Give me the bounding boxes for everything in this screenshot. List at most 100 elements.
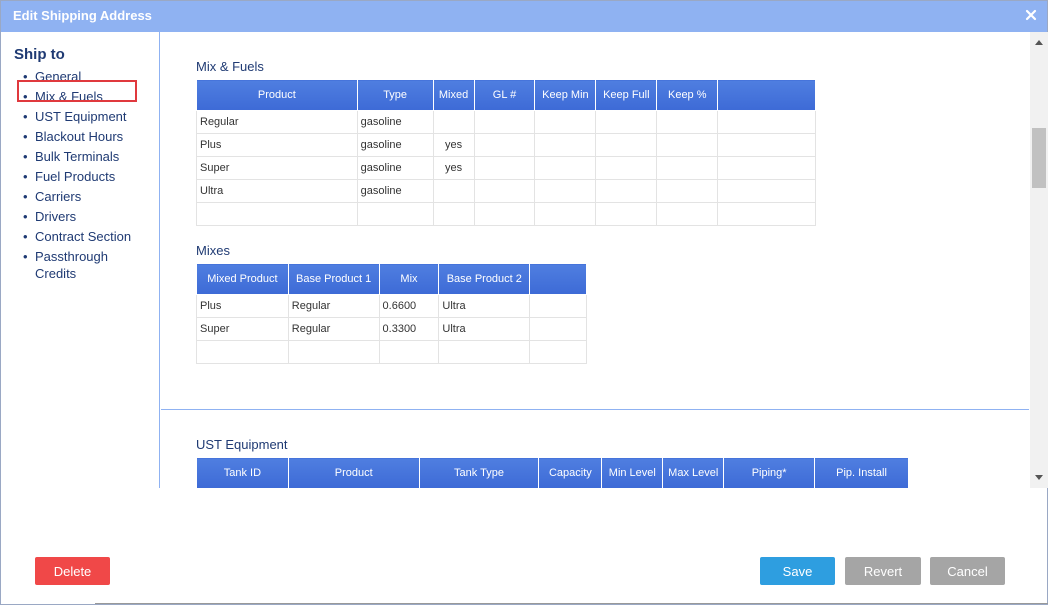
column-header[interactable]: Keep Full	[595, 79, 658, 111]
sidebar-item-drivers[interactable]: Drivers	[23, 208, 131, 228]
column-header[interactable]: Mixed	[432, 79, 475, 111]
table-cell[interactable]	[287, 340, 380, 364]
table-row[interactable]	[196, 202, 816, 226]
table-cell[interactable]	[656, 202, 719, 226]
column-header[interactable]: Mix	[378, 263, 440, 295]
sidebar-item-ust-equipment[interactable]: UST Equipment	[23, 108, 131, 128]
table-cell[interactable]: Plus	[196, 294, 289, 318]
table-cell[interactable]	[534, 133, 597, 157]
table-row[interactable]: Plus Regular 0.6600 Ultra	[196, 294, 587, 318]
table-cell[interactable]	[529, 294, 587, 318]
cancel-button[interactable]: Cancel	[930, 557, 1005, 585]
column-header[interactable]: Base Product 1	[287, 263, 380, 295]
table-cell[interactable]	[717, 156, 816, 180]
column-header[interactable]: Mixed Product	[196, 263, 289, 295]
column-header[interactable]: Type	[356, 79, 434, 111]
table-cell[interactable]	[473, 133, 536, 157]
table-cell[interactable]	[656, 156, 719, 180]
table-cell[interactable]	[196, 340, 289, 364]
table-cell[interactable]: 0.3300	[378, 317, 440, 341]
table-cell[interactable]	[717, 110, 816, 134]
table-cell[interactable]	[438, 340, 531, 364]
column-header[interactable]: Base Product 2	[438, 263, 531, 295]
table-cell[interactable]	[595, 133, 658, 157]
table-row[interactable]	[196, 340, 587, 364]
sidebar-item-fuel-products[interactable]: Fuel Products	[23, 168, 131, 188]
sidebar-item-mix-fuels[interactable]: Mix & Fuels	[17, 80, 137, 108]
table-cell[interactable]	[432, 179, 475, 203]
scrollbar-thumb[interactable]	[1032, 128, 1046, 188]
table-row[interactable]: Super gasoline yes	[196, 156, 816, 180]
table-cell[interactable]	[529, 317, 587, 341]
column-header[interactable]: Tank ID	[196, 457, 289, 488]
table-cell[interactable]	[595, 179, 658, 203]
sidebar-item-passthrough-credits[interactable]: Passthrough Credits	[23, 248, 128, 286]
table-cell[interactable]	[196, 202, 358, 226]
table-cell[interactable]: Plus	[196, 133, 358, 157]
table-cell[interactable]: gasoline	[356, 133, 434, 157]
column-header[interactable]: Product	[287, 457, 420, 488]
table-cell[interactable]: Ultra	[196, 179, 358, 203]
table-cell[interactable]	[529, 340, 587, 364]
table-cell[interactable]: Super	[196, 317, 289, 341]
sidebar-item-carriers[interactable]: Carriers	[23, 188, 131, 208]
table-cell[interactable]	[656, 133, 719, 157]
table-cell[interactable]	[432, 202, 475, 226]
table-cell[interactable]: 0.6600	[378, 294, 440, 318]
table-cell[interactable]	[534, 202, 597, 226]
table-row[interactable]: Ultra gasoline	[196, 179, 816, 203]
table-cell[interactable]	[717, 202, 816, 226]
column-header[interactable]: Min Level	[601, 457, 664, 488]
table-cell[interactable]: Super	[196, 156, 358, 180]
table-row[interactable]: Plus gasoline yes	[196, 133, 816, 157]
table-cell[interactable]	[717, 133, 816, 157]
table-cell[interactable]	[656, 179, 719, 203]
table-cell[interactable]	[534, 156, 597, 180]
table-row[interactable]: Super Regular 0.3300 Ultra	[196, 317, 587, 341]
table-cell[interactable]	[534, 179, 597, 203]
table-cell[interactable]	[595, 156, 658, 180]
table-cell[interactable]	[473, 202, 536, 226]
table-cell[interactable]	[473, 179, 536, 203]
sidebar-item-contract-section[interactable]: Contract Section	[23, 228, 131, 248]
vertical-scrollbar[interactable]	[1030, 32, 1048, 488]
table-row[interactable]: Regular gasoline	[196, 110, 816, 134]
table-cell[interactable]: yes	[432, 156, 475, 180]
table-cell[interactable]: Regular	[287, 317, 380, 341]
column-header[interactable]: Tank Type	[418, 457, 540, 488]
table-cell[interactable]: Regular	[287, 294, 380, 318]
table-cell[interactable]: yes	[432, 133, 475, 157]
delete-button[interactable]: Delete	[35, 557, 110, 585]
table-cell[interactable]	[473, 156, 536, 180]
table-cell[interactable]	[356, 202, 434, 226]
column-header[interactable]: Max Level	[662, 457, 725, 488]
sidebar-item-bulk-terminals[interactable]: Bulk Terminals	[23, 148, 131, 168]
table-cell[interactable]	[473, 110, 536, 134]
column-header[interactable]: Keep Min	[534, 79, 597, 111]
scroll-down-icon[interactable]	[1035, 475, 1043, 480]
table-cell[interactable]: Ultra	[438, 317, 531, 341]
save-button[interactable]: Save	[760, 557, 835, 585]
table-cell[interactable]	[534, 110, 597, 134]
table-cell[interactable]: gasoline	[356, 156, 434, 180]
table-cell[interactable]	[595, 202, 658, 226]
table-cell[interactable]	[656, 110, 719, 134]
sidebar-item-blackout-hours[interactable]: Blackout Hours	[23, 128, 131, 148]
column-header[interactable]: GL #	[473, 79, 536, 111]
table-cell[interactable]	[717, 179, 816, 203]
column-header[interactable]	[717, 79, 816, 111]
column-header[interactable]: Keep %	[656, 79, 719, 111]
column-header[interactable]	[529, 263, 587, 295]
table-cell[interactable]: Ultra	[438, 294, 531, 318]
column-header[interactable]: Capacity	[538, 457, 603, 488]
table-cell[interactable]: gasoline	[356, 179, 434, 203]
revert-button[interactable]: Revert	[845, 557, 921, 585]
table-cell[interactable]	[595, 110, 658, 134]
scroll-up-icon[interactable]	[1035, 40, 1043, 45]
close-icon[interactable]	[1025, 9, 1039, 23]
table-cell[interactable]	[378, 340, 440, 364]
table-cell[interactable]: Regular	[196, 110, 358, 134]
column-header[interactable]: Pip. Install	[814, 457, 909, 488]
column-header[interactable]: Piping*	[723, 457, 816, 488]
table-cell[interactable]	[432, 110, 475, 134]
